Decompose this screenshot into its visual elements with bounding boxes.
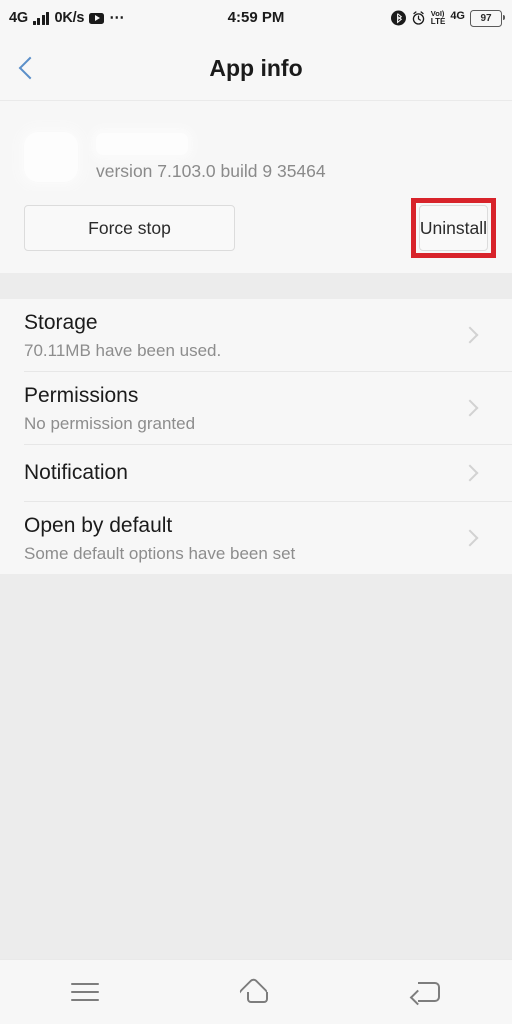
status-bar-right: VoI) LTE 4G 97 [391,0,502,36]
list-item-subtitle: 70.11MB have been used. [24,340,464,361]
clock-label: 4:59 PM [228,9,285,26]
recents-button[interactable] [40,960,130,1024]
status-bar: 4G 0K/s ⋯ 4:59 PM VoI) LTE 4G [0,0,512,36]
bluetooth-icon [391,10,406,26]
page-title: App info [0,55,512,82]
list-item-title: Storage [24,310,464,336]
uninstall-button-wrapper: Uninstall [419,205,488,251]
app-meta: version 7.103.0 build 9 35464 [96,133,488,182]
menu-icon [71,983,99,1001]
list-item-permissions[interactable]: Permissions No permission granted [0,372,512,444]
battery-level-label: 97 [480,13,491,24]
volte-indicator: VoI) LTE [431,10,446,26]
list-item-title: Notification [24,460,464,486]
uninstall-button[interactable]: Uninstall [419,205,488,251]
app-icon [24,132,78,182]
list-item-subtitle: No permission granted [24,413,464,434]
empty-area [0,574,512,959]
data-rate-label: 0K/s [54,10,84,26]
list-item-open-by-default[interactable]: Open by default Some default options hav… [0,502,512,574]
list-item-title: Open by default [24,513,464,539]
list-item-text: Storage 70.11MB have been used. [24,300,464,371]
back-arrow-icon [412,981,442,1003]
header-back-button[interactable] [0,36,54,100]
action-buttons-row: Force stop Uninstall [0,191,512,273]
signal-bars-icon [33,12,50,25]
system-navigation-bar [0,959,512,1024]
list-item-text: Notification [24,450,464,496]
list-item-text: Permissions No permission granted [24,373,464,444]
battery-icon: 97 [470,10,502,27]
list-item-subtitle: Some default options have been set [24,543,464,564]
app-name-label [96,133,188,155]
chevron-left-icon [18,57,41,80]
second-network-label: 4G [450,12,465,21]
alarm-clock-icon [411,10,426,26]
chevron-right-icon [462,327,479,344]
ellipsis-icon: ⋯ [109,14,125,22]
phone-screen: 4G 0K/s ⋯ 4:59 PM VoI) LTE 4G [0,0,512,1024]
app-summary-section: version 7.103.0 build 9 35464 Force stop… [0,101,512,273]
app-header: App info [0,36,512,101]
list-item-storage[interactable]: Storage 70.11MB have been used. [0,299,512,371]
network-type-label: 4G [9,10,28,26]
list-item-title: Permissions [24,383,464,409]
list-item-notification[interactable]: Notification [0,445,512,501]
home-button[interactable] [211,960,301,1024]
force-stop-button[interactable]: Force stop [24,205,235,251]
section-gap [0,273,512,299]
home-icon [239,980,273,1004]
settings-list: Storage 70.11MB have been used. Permissi… [0,299,512,574]
chevron-right-icon [462,400,479,417]
volte-bottom-label: LTE [431,18,446,26]
status-bar-left: 4G 0K/s ⋯ [9,10,125,26]
list-item-text: Open by default Some default options hav… [24,503,464,574]
youtube-icon [89,13,104,24]
app-summary-row: version 7.103.0 build 9 35464 [0,123,512,191]
app-version-label: version 7.103.0 build 9 35464 [96,161,488,182]
chevron-right-icon [462,530,479,547]
chevron-right-icon [462,465,479,482]
back-button[interactable] [382,960,472,1024]
